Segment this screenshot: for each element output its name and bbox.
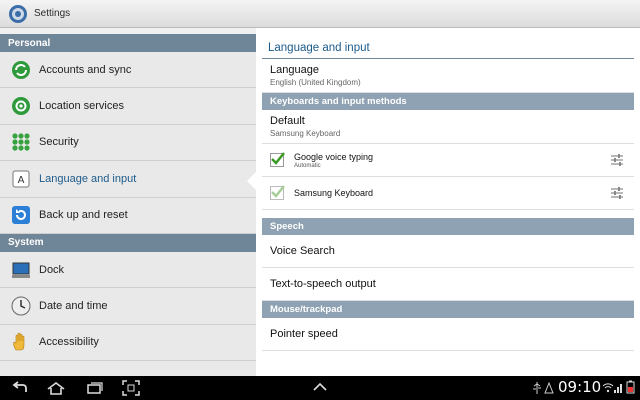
back-icon[interactable] bbox=[10, 380, 30, 396]
setting-title: Pointer speed bbox=[270, 328, 338, 340]
nav-item-label: Dock bbox=[39, 263, 65, 276]
google-voice-typing-row[interactable]: Google voice typing Automatic bbox=[262, 144, 634, 177]
samsung-keyboard-checkbox[interactable] bbox=[270, 185, 285, 200]
battery-icon bbox=[626, 380, 635, 394]
setting-summary: Samsung Keyboard bbox=[270, 129, 341, 138]
dock-icon bbox=[11, 260, 31, 280]
settings-sliders-icon[interactable] bbox=[610, 186, 624, 200]
nav-item-accessibility[interactable]: Accessibility bbox=[0, 325, 256, 362]
wifi-icon bbox=[602, 381, 614, 393]
backup-icon bbox=[11, 205, 31, 225]
setting-summary: Automatic bbox=[294, 162, 321, 169]
system-bar: 09:10 bbox=[0, 376, 640, 400]
section-header-system: System bbox=[0, 233, 256, 252]
setting-title: Language bbox=[270, 64, 319, 76]
detail-pane: Language and input Language English (Uni… bbox=[256, 28, 640, 376]
title-bar: Settings bbox=[0, 0, 640, 28]
samsung-keyboard-row[interactable]: Samsung Keyboard bbox=[262, 177, 634, 210]
setting-title: Voice Search bbox=[270, 245, 335, 257]
home-icon[interactable] bbox=[46, 380, 66, 396]
settings-categories: Personal Accounts and sync Location serv… bbox=[0, 34, 256, 376]
nav-item-back-up-and-reset[interactable]: Back up and reset bbox=[0, 198, 256, 234]
selection-pointer bbox=[247, 172, 256, 190]
setting-title: Text-to-speech output bbox=[270, 278, 376, 290]
nav-item-label: Accessibility bbox=[39, 336, 99, 349]
setting-title: Default bbox=[270, 115, 305, 127]
nav-item-location-services[interactable]: Location services bbox=[0, 88, 256, 125]
hand-icon bbox=[11, 332, 31, 352]
nav-item-label: Security bbox=[39, 136, 79, 149]
voice-search-setting[interactable]: Voice Search bbox=[262, 235, 634, 268]
nav-item-dock[interactable]: Dock bbox=[0, 252, 256, 289]
section-header-speech: Speech bbox=[262, 218, 634, 235]
svg-text:A: A bbox=[18, 175, 25, 186]
signal-icon bbox=[614, 381, 624, 393]
location-icon bbox=[11, 96, 31, 116]
app-title: Settings bbox=[34, 8, 71, 19]
nav-item-label: Accounts and sync bbox=[39, 63, 132, 76]
security-icon bbox=[11, 132, 31, 152]
screenshot-icon[interactable] bbox=[122, 380, 140, 396]
setting-title: Google voice typing bbox=[294, 151, 374, 162]
nav-item-label: Location services bbox=[39, 100, 124, 113]
language-setting[interactable]: Language English (United Kingdom) bbox=[262, 59, 634, 93]
nav-item-security[interactable]: Security bbox=[0, 125, 256, 162]
warning-icon bbox=[544, 382, 554, 394]
nav-item-label: Language and input bbox=[39, 172, 137, 185]
setting-title: Samsung Keyboard bbox=[294, 188, 374, 198]
settings-app-icon[interactable] bbox=[8, 4, 28, 24]
sync-icon bbox=[11, 60, 31, 80]
section-header-personal: Personal bbox=[0, 34, 256, 52]
default-keyboard-setting[interactable]: Default Samsung Keyboard bbox=[262, 110, 634, 144]
section-header-keyboards: Keyboards and input methods bbox=[262, 93, 634, 110]
chevron-up-icon[interactable] bbox=[312, 382, 328, 392]
setting-summary: English (United Kingdom) bbox=[270, 78, 361, 87]
page-title: Language and input bbox=[268, 42, 370, 54]
language-icon: A bbox=[11, 169, 31, 189]
section-header-mouse: Mouse/trackpad bbox=[262, 301, 634, 318]
clock: 09:10 bbox=[558, 378, 602, 396]
nav-item-date-and-time[interactable]: Date and time bbox=[0, 288, 256, 325]
clock-icon bbox=[11, 296, 31, 316]
usb-icon bbox=[532, 382, 542, 394]
settings-sliders-icon[interactable] bbox=[610, 153, 624, 167]
nav-item-language-and-input[interactable]: A Language and input bbox=[0, 161, 256, 198]
nav-item-label: Date and time bbox=[39, 300, 108, 313]
pointer-speed-setting[interactable]: Pointer speed bbox=[262, 318, 634, 351]
recent-apps-icon[interactable] bbox=[84, 380, 104, 396]
nav-item-label: Back up and reset bbox=[39, 209, 128, 222]
text-to-speech-setting[interactable]: Text-to-speech output bbox=[262, 268, 634, 301]
nav-item-accounts-and-sync[interactable]: Accounts and sync bbox=[0, 52, 256, 89]
google-voice-typing-checkbox[interactable] bbox=[270, 152, 285, 167]
